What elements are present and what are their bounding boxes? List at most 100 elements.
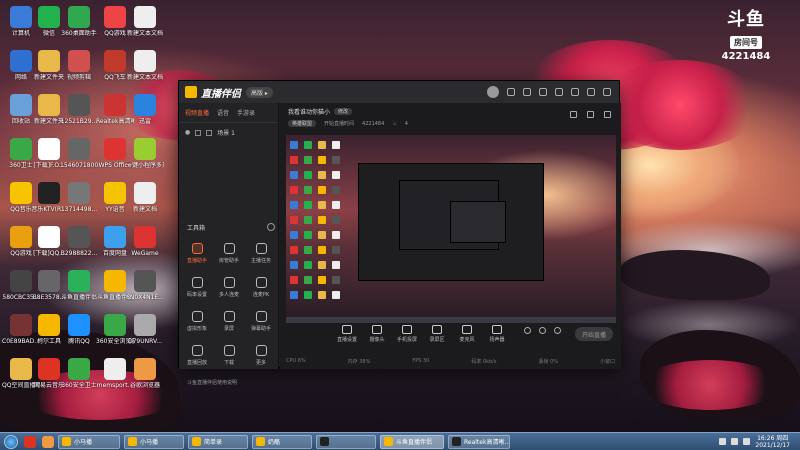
taskbar-app-icon: [384, 437, 393, 446]
desktop-icon[interactable]: 一键小程序多开管理: [126, 138, 164, 169]
taskbar-item[interactable]: 小马播: [124, 434, 184, 449]
tool-item[interactable]: 直播回放: [183, 345, 211, 366]
preview-icon: [332, 231, 340, 239]
chrome-quick-icon[interactable]: [42, 435, 54, 448]
edit-title-button[interactable]: 修改: [334, 108, 353, 115]
version-badge[interactable]: 高版 ▸: [246, 86, 273, 98]
desktop-icon[interactable]: B2988822...: [60, 226, 98, 257]
clock[interactable]: 16:26 周四 2021/12/17: [755, 435, 790, 449]
tool-item[interactable]: 码率设置: [183, 277, 211, 298]
control-button[interactable]: 手机投屏: [394, 325, 420, 351]
preview-icon: [332, 186, 340, 194]
message-icon[interactable]: [507, 88, 515, 96]
clipboard-icon[interactable]: [587, 111, 594, 118]
layer-icon[interactable]: [206, 129, 213, 136]
taskbar-item[interactable]: 奶酪: [252, 434, 312, 449]
desktop-icon[interactable]: D79UNRV...: [126, 314, 164, 345]
desktop-icon[interactable]: 斗鱼直播伴侣: [60, 270, 98, 301]
preview-icon: [290, 141, 298, 149]
skin-icon[interactable]: [523, 88, 531, 96]
start-button[interactable]: [4, 434, 18, 449]
desktop-icon[interactable]: 视频剪辑: [60, 50, 98, 81]
taskbar-item[interactable]: 小马播: [58, 434, 120, 449]
tab-voice[interactable]: 语音: [217, 108, 229, 117]
taskbar: 小马播 小马播 简单录 奶酪 斗鱼直播伴侣 Realtek高清晰... 16:26 周四 …: [0, 432, 800, 450]
taskbar-item[interactable]: 斗鱼直播伴侣: [380, 434, 444, 449]
desktop-icon[interactable]: WeGame: [126, 226, 164, 257]
camera-settings-icon[interactable]: [524, 327, 531, 334]
preview-icon: [290, 261, 298, 269]
wallpaper-lava-glow: [640, 360, 780, 410]
preview-icon: [304, 216, 312, 224]
taskbar-item[interactable]: 简单录: [188, 434, 248, 449]
desktop-icon-label: 新建文本文档: [126, 30, 163, 37]
tray-icon[interactable]: [731, 438, 739, 445]
preview-icon: [290, 156, 298, 164]
tool-icon: [191, 311, 203, 322]
desktop-icon[interactable]: 谷歌浏览器: [126, 358, 164, 389]
taskbar-item[interactable]: Realtek高清晰...: [448, 434, 510, 449]
taskbar-app-icon: [128, 437, 137, 446]
tray-icon[interactable]: [719, 438, 727, 445]
tool-item[interactable]: 录屏: [215, 311, 243, 332]
desktop-icon[interactable]: 迅雷: [126, 94, 164, 125]
tab-mobile[interactable]: 手游录: [237, 108, 255, 117]
mode-tabs: 视频直播 语音 手游录: [179, 103, 278, 123]
menu-icon[interactable]: [555, 88, 563, 96]
tab-video-live[interactable]: 视频直播: [185, 108, 209, 117]
desktop-icon[interactable]: 新建文本文档: [126, 6, 164, 37]
control-button[interactable]: 录屏区: [424, 325, 450, 351]
desktop-icon[interactable]: 1546071800: [60, 138, 98, 169]
volume-icon[interactable]: [743, 438, 751, 445]
gift-icon[interactable]: [570, 111, 577, 118]
tool-item[interactable]: 多人连麦: [215, 277, 243, 298]
tool-item[interactable]: 房管助手: [215, 243, 243, 264]
close-icon[interactable]: [603, 88, 611, 96]
record-icon[interactable]: [539, 327, 546, 334]
taskbar-item[interactable]: [316, 434, 376, 449]
scene-row[interactable]: ● 场景 1: [179, 123, 278, 142]
window-titlebar[interactable]: 直播伴侣 高版 ▸: [179, 81, 619, 103]
toolbox-settings-icon[interactable]: [267, 223, 275, 231]
image-icon: [68, 138, 90, 160]
desktop-icon[interactable]: 6N0X4N1E...: [126, 270, 164, 301]
lock-icon[interactable]: [195, 129, 202, 136]
tool-item[interactable]: 直播助手: [183, 243, 211, 264]
tool-item[interactable]: 虚拟形象: [183, 311, 211, 332]
desktop-icon[interactable]: 12521B29...: [60, 94, 98, 125]
image-icon: [10, 314, 32, 336]
desktop-icon-label: 13714498...: [60, 206, 98, 213]
maximize-icon[interactable]: [587, 88, 595, 96]
stream-preview[interactable]: [286, 135, 616, 323]
desktop-icon[interactable]: 新建文档: [126, 182, 164, 213]
clock-time: 16:26 周四: [757, 434, 789, 442]
settings-icon[interactable]: [539, 88, 547, 96]
tool-item[interactable]: 主播任务: [247, 243, 275, 264]
start-live-button[interactable]: 开始直播: [575, 327, 613, 341]
tool-item[interactable]: 连麦PK: [247, 277, 275, 298]
desktop-icon[interactable]: 新建文本文档: [126, 50, 164, 81]
desktop-icon[interactable]: 360桌面助手: [60, 6, 98, 37]
control-button[interactable]: 摄像头: [364, 325, 390, 351]
tool-item[interactable]: 下载: [215, 345, 243, 366]
control-button[interactable]: 扬声器: [484, 325, 510, 351]
eye-icon[interactable]: ●: [185, 129, 190, 136]
tool-item[interactable]: 更多: [247, 345, 275, 366]
usage-notice-link[interactable]: 斗鱼直播伴侣使用说明: [187, 379, 237, 386]
app-title: 直播伴侣: [201, 88, 241, 100]
minimize-icon[interactable]: [571, 88, 579, 96]
control-button[interactable]: 麦克风: [454, 325, 480, 351]
desktop-icon[interactable]: 腾讯QQ: [60, 314, 98, 345]
netease-music-quick-icon[interactable]: [24, 435, 36, 448]
tool-icon: [255, 345, 267, 356]
control-button[interactable]: 直播设置: [334, 325, 360, 351]
tool-icon: [223, 243, 235, 254]
desktop-icon[interactable]: 13714498...: [60, 182, 98, 213]
user-avatar[interactable]: [487, 86, 499, 98]
folder-icon: [10, 358, 32, 380]
tool-item[interactable]: 弹幕助手: [247, 311, 275, 332]
share-icon[interactable]: [604, 111, 611, 118]
room-category[interactable]: 英雄联盟: [288, 120, 317, 127]
gear-icon[interactable]: [554, 327, 561, 334]
desktop-icon[interactable]: 360安全卫士: [60, 358, 98, 389]
